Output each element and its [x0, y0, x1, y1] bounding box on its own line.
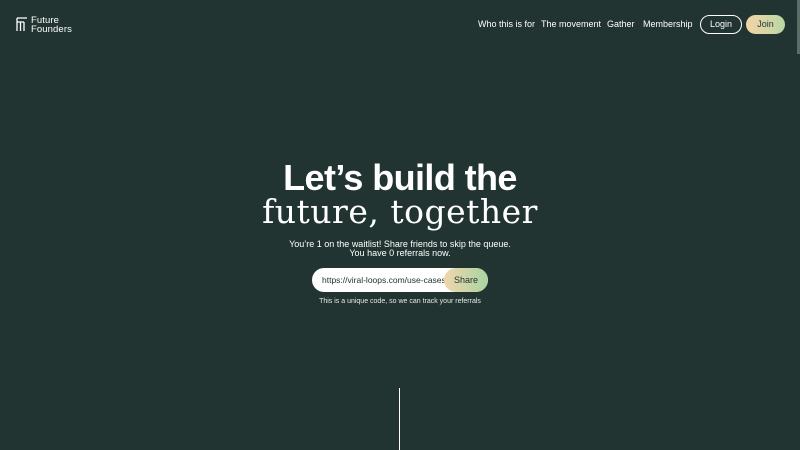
nav-link-gather[interactable]: Gather: [607, 17, 635, 31]
join-button[interactable]: Join: [746, 15, 785, 34]
share-link-box: Share: [312, 268, 488, 292]
brand-logo-icon: [16, 17, 27, 31]
hero-subtitle: future, together: [262, 192, 538, 231]
referral-count-text: You have 0 referrals now.: [349, 248, 451, 258]
brand-name: Future Founders: [31, 16, 72, 35]
nav-link-who-this-is-for[interactable]: Who this is for: [478, 17, 535, 31]
share-button[interactable]: Share: [444, 268, 488, 292]
login-button[interactable]: Login: [700, 15, 742, 34]
nav-link-the-movement[interactable]: The movement: [541, 17, 601, 31]
brand-name-line2: Founders: [31, 23, 72, 35]
scroll-indicator-line: [399, 388, 400, 450]
brand-logo[interactable]: Future Founders: [16, 16, 72, 35]
unique-code-note: This is a unique code, so we can track y…: [319, 298, 481, 305]
referral-link-input[interactable]: [322, 268, 452, 292]
nav-link-membership[interactable]: Membership: [643, 17, 693, 31]
